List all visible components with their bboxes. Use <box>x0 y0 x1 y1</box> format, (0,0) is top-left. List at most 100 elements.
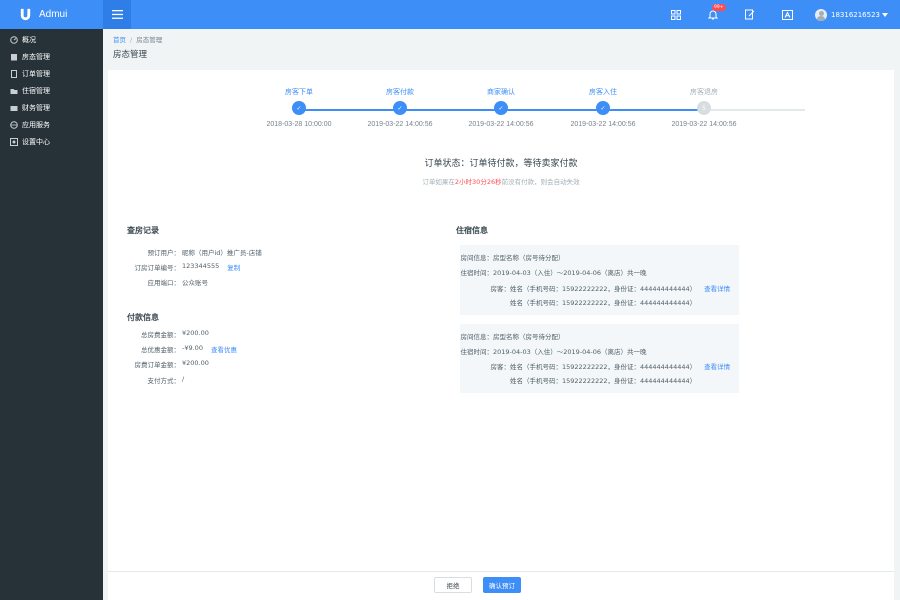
admui-logo-icon <box>20 8 31 21</box>
page-header: 首页 / 房态管理 房态管理 <box>103 29 900 65</box>
document-icon <box>10 69 18 78</box>
guest-row: 姓名（手机号码：15922222222，身份证：444444444444） <box>510 297 696 307</box>
order-status-countdown: 订单如果在2小时30分26秒前没有付款，则会自动失效 <box>108 176 894 186</box>
row-key: 房间信息： <box>460 333 494 341</box>
row-value: 123344555 <box>182 262 220 270</box>
view-details-link[interactable]: 查看详情 <box>704 283 730 293</box>
finance-icon <box>10 104 18 112</box>
grid-icon[interactable] <box>667 6 685 24</box>
page-title: 房态管理 <box>113 50 148 60</box>
notification-badge: 99+ <box>712 3 726 11</box>
brand[interactable]: Admui <box>0 0 103 29</box>
chevron-down-icon <box>882 12 888 17</box>
countdown-suffix: 前没有付款，则会自动失效 <box>501 178 580 186</box>
menu-toggle-button[interactable] <box>103 0 131 29</box>
row-value: 昵称（用户id）推广员-店铺 <box>182 249 262 257</box>
row-value: 公众账号 <box>182 279 208 287</box>
step-1: 房客下单 ✓ 2018-03-28 10:00:00 <box>249 87 349 128</box>
row-key: 预订用户： <box>147 249 181 257</box>
breadcrumb-home-link[interactable]: 首页 <box>113 36 126 44</box>
hamburger-icon <box>111 10 123 19</box>
inspection-row: 应用端口： 公众账号 <box>124 277 209 287</box>
step-time: 2018-03-28 10:00:00 <box>266 121 332 128</box>
breadcrumb-separator: / <box>130 36 133 44</box>
sidebar-item-label: 设置中心 <box>22 137 50 146</box>
app-name: Admui <box>39 9 68 20</box>
notification-bell-button[interactable]: 99+ <box>704 3 726 24</box>
sidebar-item-finance[interactable]: 财务管理 <box>0 99 103 116</box>
guest-row: 房客： 姓名（手机号码：15922222222，身份证：444444444444）… <box>460 283 731 293</box>
check-icon: ✓ <box>393 101 407 115</box>
edit-icon[interactable] <box>741 6 759 24</box>
order-status-title: 订单状态：订单待付款，等待卖家付款 <box>424 159 578 169</box>
top-navbar: Admui 99+ 18316216523 <box>0 0 900 29</box>
step-time: 2019-03-22 14:00:56 <box>367 121 433 128</box>
row-key: 总房费金额： <box>141 331 180 339</box>
payment-title: 付款信息 <box>127 313 159 322</box>
row-value: ¥200.00 <box>182 329 209 337</box>
lodging-card: 房间信息： 房型名称（房号待分配） 住宿时间： 2019-04-03（入住）～201… <box>460 245 739 315</box>
row-key: 总优惠金额： <box>141 346 180 354</box>
breadcrumb-current: 房态管理 <box>136 36 163 44</box>
row-key: 支付方式： <box>147 377 181 385</box>
settings-icon <box>10 137 18 146</box>
sidebar-item-app-services[interactable]: 应用服务 <box>0 116 103 133</box>
row-value: 房型名称（房号待分配） <box>493 254 565 262</box>
check-icon: ✓ <box>494 101 508 115</box>
view-details-link[interactable]: 查看详情 <box>704 361 730 371</box>
countdown-prefix: 订单如果在 <box>422 178 455 186</box>
globe-icon <box>10 120 18 129</box>
step-number-icon: 5 <box>697 101 711 115</box>
sidebar-item-label: 订单管理 <box>22 69 50 78</box>
sidebar: 概况 房态管理 订单管理 住宿管理 财务管理 应用服务 设置中心 <box>0 29 103 600</box>
countdown-time: 2小时30分26秒 <box>454 178 502 186</box>
row-key: 住宿时间： <box>460 269 494 277</box>
sidebar-item-lodging[interactable]: 住宿管理 <box>0 82 103 99</box>
guest-2: 姓名（手机号码：15922222222，身份证：444444444444） <box>510 299 697 307</box>
sidebar-item-overview[interactable]: 概况 <box>0 31 103 48</box>
row-key: 房间信息： <box>460 254 494 262</box>
step-4: 房客入住 ✓ 2019-03-22 14:00:56 <box>553 87 653 128</box>
row-key: 房客： <box>490 285 511 293</box>
sidebar-item-label: 概况 <box>22 35 36 44</box>
view-discount-link[interactable]: 查看优惠 <box>211 344 237 354</box>
check-icon: ✓ <box>292 101 306 115</box>
copy-link[interactable]: 复制 <box>227 262 240 272</box>
user-menu[interactable]: 18316216523 <box>815 8 888 21</box>
row-key: 房费订单金额： <box>134 361 181 369</box>
confirm-booking-button[interactable]: 确认预订 <box>483 577 521 593</box>
font-icon[interactable] <box>778 6 796 24</box>
user-name: 18316216523 <box>831 10 880 19</box>
row-key: 应用端口： <box>147 279 181 287</box>
step-time: 2019-03-22 14:00:56 <box>671 121 737 128</box>
stay-time-row: 住宿时间： 2019-04-03（入住）～2019-04-06（离店）共一晚 <box>460 346 647 356</box>
lodging-card: 房间信息： 房型名称（房号待分配） 住宿时间： 2019-04-03（入住）～201… <box>460 324 739 393</box>
lodging-title: 住宿信息 <box>456 226 488 235</box>
stay-time-row: 住宿时间： 2019-04-03（入住）～2019-04-06（离店）共一晚 <box>460 267 647 277</box>
step-label: 房客退房 <box>690 88 718 96</box>
avatar <box>815 8 827 21</box>
sidebar-item-orders[interactable]: 订单管理 <box>0 65 103 82</box>
sidebar-item-label: 财务管理 <box>22 103 50 112</box>
inspection-row: 预订用户： 昵称（用户id）推广员-店铺 <box>124 247 262 257</box>
guest-row: 姓名（手机号码：15922222222，身份证：444444444444） <box>510 375 696 385</box>
step-5: 房客退房 5 2019-03-22 14:00:56 <box>654 87 754 128</box>
main-panel: 房客下单 ✓ 2018-03-28 10:00:00 房客付款 ✓ 2019-0… <box>108 70 894 594</box>
step-3: 商家确认 ✓ 2019-03-22 14:00:56 <box>451 87 551 128</box>
row-value: 房型名称（房号待分配） <box>493 333 565 341</box>
payment-row: 房费订单金额： ¥200.00 <box>124 359 209 369</box>
guest-1: 姓名（手机号码：15922222222，身份证：444444444444） <box>510 363 697 371</box>
room-info-row: 房间信息： 房型名称（房号待分配） <box>460 252 565 262</box>
guest-row: 房客： 姓名（手机号码：15922222222，身份证：444444444444）… <box>460 361 731 371</box>
breadcrumb: 首页 / 房态管理 <box>113 34 162 44</box>
sidebar-item-settings[interactable]: 设置中心 <box>0 133 103 150</box>
building-icon <box>10 53 18 61</box>
reject-button[interactable]: 拒绝 <box>434 577 472 593</box>
dashboard-icon <box>10 35 18 44</box>
sidebar-item-label: 房态管理 <box>22 52 50 61</box>
row-key: 房客： <box>490 363 511 371</box>
payment-row: 总优惠金额： -¥9.00 查看优惠 <box>124 344 237 354</box>
check-icon: ✓ <box>596 101 610 115</box>
sidebar-item-room-status[interactable]: 房态管理 <box>0 48 103 65</box>
step-label: 房客下单 <box>285 88 313 96</box>
